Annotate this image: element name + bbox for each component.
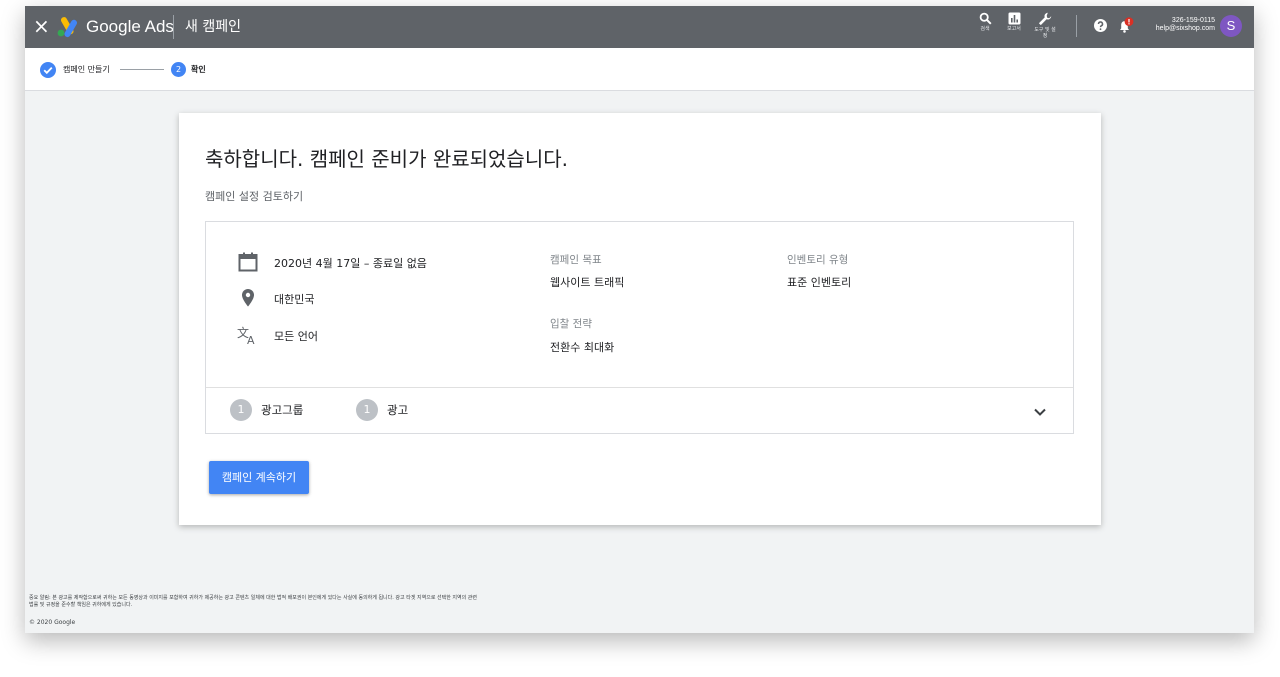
summary-divider bbox=[206, 387, 1073, 388]
google-ads-logo-icon bbox=[57, 17, 77, 38]
app-window: × Google Ads 새 캠페인 검색 보고서 도구 및 설정 326-15… bbox=[25, 6, 1254, 633]
ad-group-count-badge: 1 bbox=[230, 399, 252, 421]
calendar-icon bbox=[238, 252, 258, 272]
ad-label: 광고 bbox=[387, 403, 409, 417]
ad-count-badge: 1 bbox=[356, 399, 378, 421]
continue-campaign-button[interactable]: 캠페인 계속하기 bbox=[209, 461, 309, 494]
bidding-strategy-value: 전환수 최대화 bbox=[550, 341, 615, 354]
tools-settings-label: 도구 및 설정 bbox=[1034, 27, 1056, 39]
bidding-strategy-label: 입찰 전략 bbox=[550, 318, 592, 330]
step-confirm: 확인 bbox=[191, 65, 206, 74]
step-connector bbox=[120, 69, 164, 70]
avatar[interactable]: S bbox=[1220, 15, 1242, 37]
campaign-date-range: 2020년 4월 17일 – 종료일 없음 bbox=[274, 257, 427, 270]
campaign-location: 대한민국 bbox=[274, 293, 315, 306]
inventory-type-value: 표준 인벤토리 bbox=[787, 276, 852, 289]
wrench-icon bbox=[1038, 12, 1052, 26]
ad-group-label: 광고그룹 bbox=[261, 403, 304, 417]
campaign-summary-panel: 2020년 4월 17일 – 종료일 없음 대한민국 文 A 모든 언어 캠페인… bbox=[205, 221, 1074, 434]
account-id: 326-159-0115 bbox=[1171, 17, 1215, 24]
page-title: 새 캠페인 bbox=[185, 19, 241, 35]
step-create-campaign[interactable]: 캠페인 만들기 bbox=[63, 64, 110, 75]
reports-tool-label: 보고서 bbox=[1007, 26, 1021, 32]
campaign-language: 모든 언어 bbox=[274, 330, 318, 343]
tools-divider bbox=[1076, 15, 1077, 37]
legal-notice: 중요 알림: 본 광고를 제작함으로써 귀하는 모든 동영상과 이미지를 포함하… bbox=[29, 595, 749, 609]
confirmation-card: 축하합니다. 캠페인 준비가 완료되었습니다. 캠페인 설정 검토하기 2020… bbox=[179, 113, 1101, 525]
campaign-goal-value: 웹사이트 트래픽 bbox=[550, 276, 625, 289]
inventory-type-label: 인벤토리 유형 bbox=[787, 254, 849, 266]
search-icon bbox=[979, 12, 992, 25]
legal-notice-line-1: 중요 알림: 본 광고를 제작함으로써 귀하는 모든 동영상과 이미지를 포함하… bbox=[29, 595, 477, 601]
reports-icon bbox=[1008, 12, 1020, 25]
confirmation-heading: 축하합니다. 캠페인 준비가 완료되었습니다. bbox=[205, 147, 568, 171]
tools-settings-button[interactable]: 도구 및 설정 bbox=[1028, 12, 1062, 39]
notifications-bell-icon[interactable] bbox=[1118, 17, 1134, 33]
account-info[interactable]: 326-159-0115 help@sixshop.com bbox=[1135, 17, 1215, 33]
location-pin-icon bbox=[242, 289, 254, 307]
help-icon[interactable] bbox=[1094, 19, 1107, 32]
chevron-down-icon[interactable] bbox=[1032, 404, 1048, 420]
account-email: help@sixshop.com bbox=[1155, 25, 1215, 32]
top-bar: × Google Ads 새 캠페인 검색 보고서 도구 및 설정 326-15… bbox=[25, 6, 1254, 48]
campaign-goal-label: 캠페인 목표 bbox=[550, 254, 602, 266]
title-divider bbox=[173, 15, 174, 39]
legal-notice-line-2: 법률 및 규정을 준수할 책임은 귀하에게 있습니다. bbox=[29, 602, 133, 608]
review-settings-subheading: 캠페인 설정 검토하기 bbox=[205, 190, 304, 203]
reports-tool-button[interactable]: 보고서 bbox=[997, 12, 1031, 32]
step-number-badge: 2 bbox=[171, 62, 186, 77]
close-icon[interactable]: × bbox=[33, 14, 50, 38]
step-complete-check-icon bbox=[40, 62, 56, 78]
brand-name: Google Ads bbox=[86, 17, 174, 36]
svg-text:A: A bbox=[247, 334, 255, 345]
translate-icon: 文 A bbox=[237, 325, 255, 345]
progress-stepper: 캠페인 만들기 2 확인 bbox=[25, 48, 1254, 91]
copyright: © 2020 Google bbox=[29, 619, 76, 626]
